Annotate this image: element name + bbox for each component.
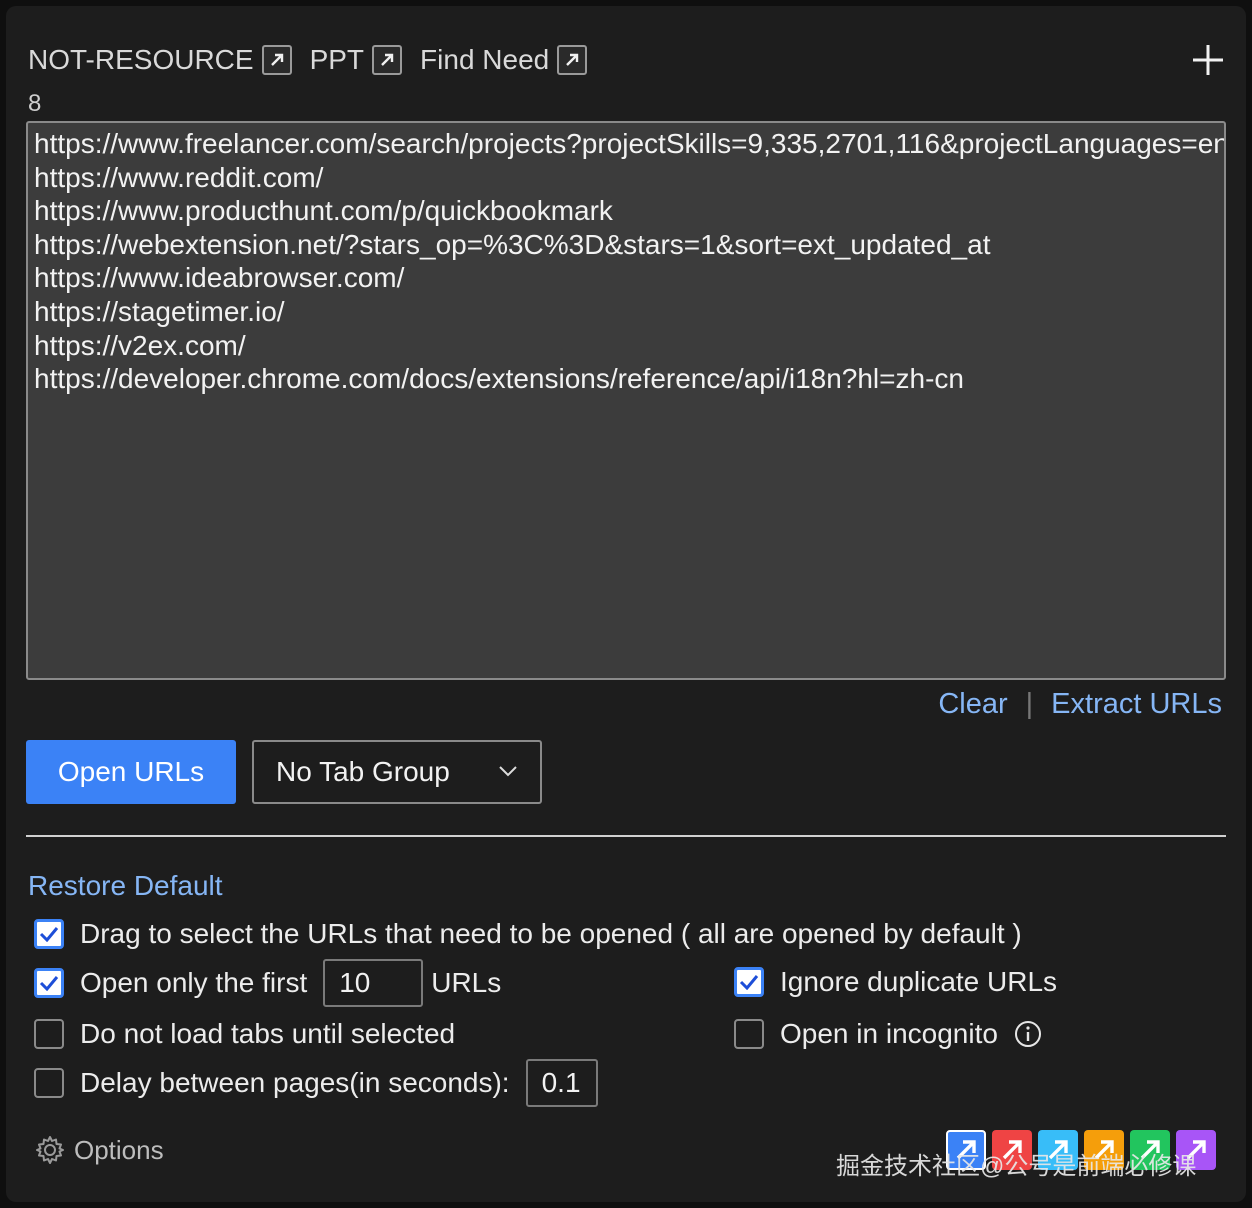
incognito-checkbox[interactable] [734, 1019, 764, 1049]
url-line: https://v2ex.com/ [34, 329, 246, 361]
open-first-label: Open only the first [80, 967, 308, 998]
lazy-load-label: Do not load tabs until selected [80, 1018, 456, 1049]
option-drag-select: Drag to select the URLs that need to be … [34, 918, 1022, 950]
delay-checkbox[interactable] [34, 1068, 64, 1098]
restore-default-link[interactable]: Restore Default [28, 870, 223, 902]
plus-icon [1193, 45, 1223, 75]
gear-icon [36, 1136, 64, 1164]
delay-label: Delay between pages(in seconds): [80, 1067, 510, 1098]
chevron-down-icon [499, 766, 517, 777]
external-link-icon[interactable] [372, 45, 403, 75]
url-line: https://www.ideabrowser.com/ [34, 262, 405, 294]
watermark: 掘金技术社区@公号是前端必修课 [836, 1153, 1197, 1180]
group-tab-ppt[interactable]: PPT [310, 44, 364, 76]
group-tab-not-resource[interactable]: NOT-RESOURCE [28, 44, 254, 76]
open-first-unit: URLs [431, 967, 502, 998]
option-delay: Delay between pages(in seconds): 0.1 [34, 1059, 598, 1107]
info-icon[interactable] [1014, 1020, 1042, 1048]
url-line: https://www.producthunt.com/p/quickbookm… [34, 195, 613, 227]
option-lazy-load: Do not load tabs until selected [34, 1018, 455, 1050]
divider [26, 835, 1226, 837]
url-count: 8 [28, 90, 42, 117]
open-urls-button[interactable]: Open URLs [26, 740, 236, 804]
checkmark-icon [739, 975, 759, 990]
url-line: https://webextension.net/?stars_op=%3C%3… [34, 228, 991, 260]
url-line: https://www.freelancer.com/search/projec… [34, 128, 1226, 159]
checkmark-icon [39, 976, 59, 991]
url-line: https://stagetimer.io/ [34, 295, 285, 327]
drag-select-checkbox[interactable] [34, 919, 64, 949]
ignore-duplicates-label: Ignore duplicate URLs [780, 966, 1058, 997]
open-first-checkbox[interactable] [34, 968, 64, 998]
delay-input[interactable]: 0.1 [525, 1059, 598, 1107]
open-first-count-input[interactable]: 10 [323, 959, 424, 1007]
saved-groups-bar: NOT-RESOURCE PPT Find Need [28, 40, 605, 80]
url-line: https://developer.chrome.com/docs/extens… [34, 363, 964, 395]
options-label: Options [74, 1134, 164, 1165]
external-link-icon[interactable] [261, 45, 292, 75]
lazy-load-checkbox[interactable] [34, 1019, 64, 1049]
tab-group-select-value: No Tab Group [276, 756, 450, 787]
tab-group-select[interactable]: No Tab Group [252, 740, 542, 804]
link-separator: | [1025, 688, 1034, 720]
checkmark-icon [39, 927, 59, 942]
add-group-button[interactable] [1190, 42, 1226, 78]
option-incognito: Open in incognito [734, 1018, 1042, 1050]
url-line: https://www.reddit.com/ [34, 161, 324, 193]
external-link-icon[interactable] [557, 45, 588, 75]
incognito-label: Open in incognito [780, 1018, 998, 1049]
option-open-first: Open only the first 10 URLs [34, 959, 501, 1007]
url-textarea[interactable]: https://www.freelancer.com/search/projec… [26, 121, 1226, 680]
extract-urls-link[interactable]: Extract URLs [1051, 688, 1222, 721]
ignore-duplicates-checkbox[interactable] [734, 967, 764, 997]
clear-link[interactable]: Clear [938, 688, 1007, 721]
drag-select-label: Drag to select the URLs that need to be … [80, 918, 1022, 949]
group-tab-find-need[interactable]: Find Need [420, 44, 549, 76]
options-link[interactable]: Options [34, 1134, 164, 1166]
textarea-actions: Clear | Extract URLs [938, 688, 1222, 721]
option-ignore-duplicates: Ignore duplicate URLs [734, 966, 1057, 998]
